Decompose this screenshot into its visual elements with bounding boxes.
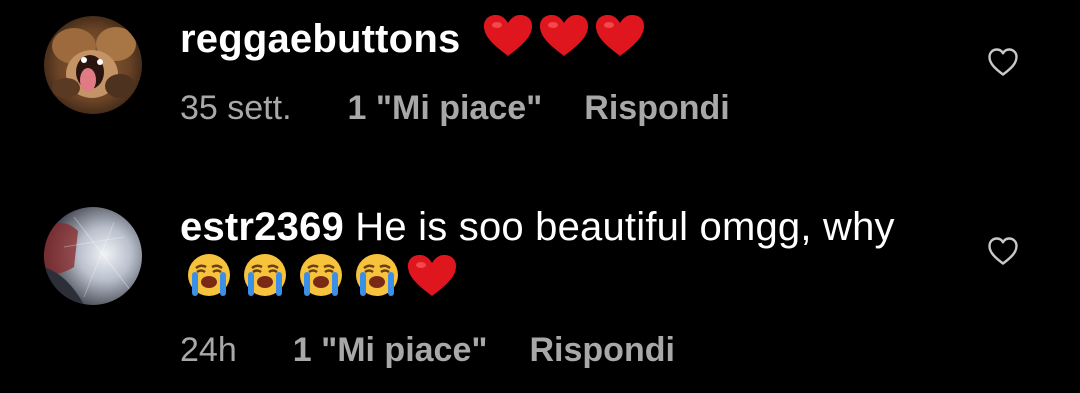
reply-button[interactable]: Rispondi xyxy=(584,88,729,128)
red-heart-icon xyxy=(482,14,534,58)
comment-likes-count[interactable]: 1 "Mi piace" xyxy=(293,330,488,370)
comment-text: He is soo beautiful omgg, why xyxy=(355,205,895,249)
heart-outline-icon[interactable] xyxy=(987,47,1019,77)
profile-photo-icon xyxy=(44,207,142,305)
dog-photo-icon xyxy=(44,16,142,114)
comment-timestamp: 35 sett. xyxy=(180,89,292,127)
loudly-crying-face-icon xyxy=(350,252,404,298)
loudly-crying-face-icon xyxy=(238,252,292,298)
loudly-crying-face-icon xyxy=(294,252,348,298)
comment-item: estr2369 He is soo beautiful omgg, why 2… xyxy=(0,190,1080,393)
comment-username[interactable]: estr2369 xyxy=(180,205,344,249)
loudly-crying-face-icon xyxy=(182,252,236,298)
comment-body: reggaebuttons xyxy=(180,14,646,64)
avatar[interactable] xyxy=(44,16,142,114)
comment-username[interactable]: reggaebuttons xyxy=(180,17,460,61)
comment-meta: 24h 1 "Mi piace" Rispondi xyxy=(180,330,675,370)
comment-meta: 35 sett. 1 "Mi piace" Rispondi xyxy=(180,88,730,128)
heart-outline-icon[interactable] xyxy=(987,236,1019,266)
reply-button[interactable]: Rispondi xyxy=(530,330,675,370)
comment-item: reggaebuttons 35 sett. 1 "Mi piace" Rispon… xyxy=(0,0,1080,190)
comment-likes-count[interactable]: 1 "Mi piace" xyxy=(348,88,543,128)
comment-timestamp: 24h xyxy=(180,331,237,369)
red-heart-icon xyxy=(594,14,646,58)
red-heart-icon xyxy=(538,14,590,58)
comment-body: estr2369 He is soo beautiful omgg, why xyxy=(180,202,940,304)
avatar[interactable] xyxy=(44,207,142,305)
red-heart-icon xyxy=(406,254,458,298)
